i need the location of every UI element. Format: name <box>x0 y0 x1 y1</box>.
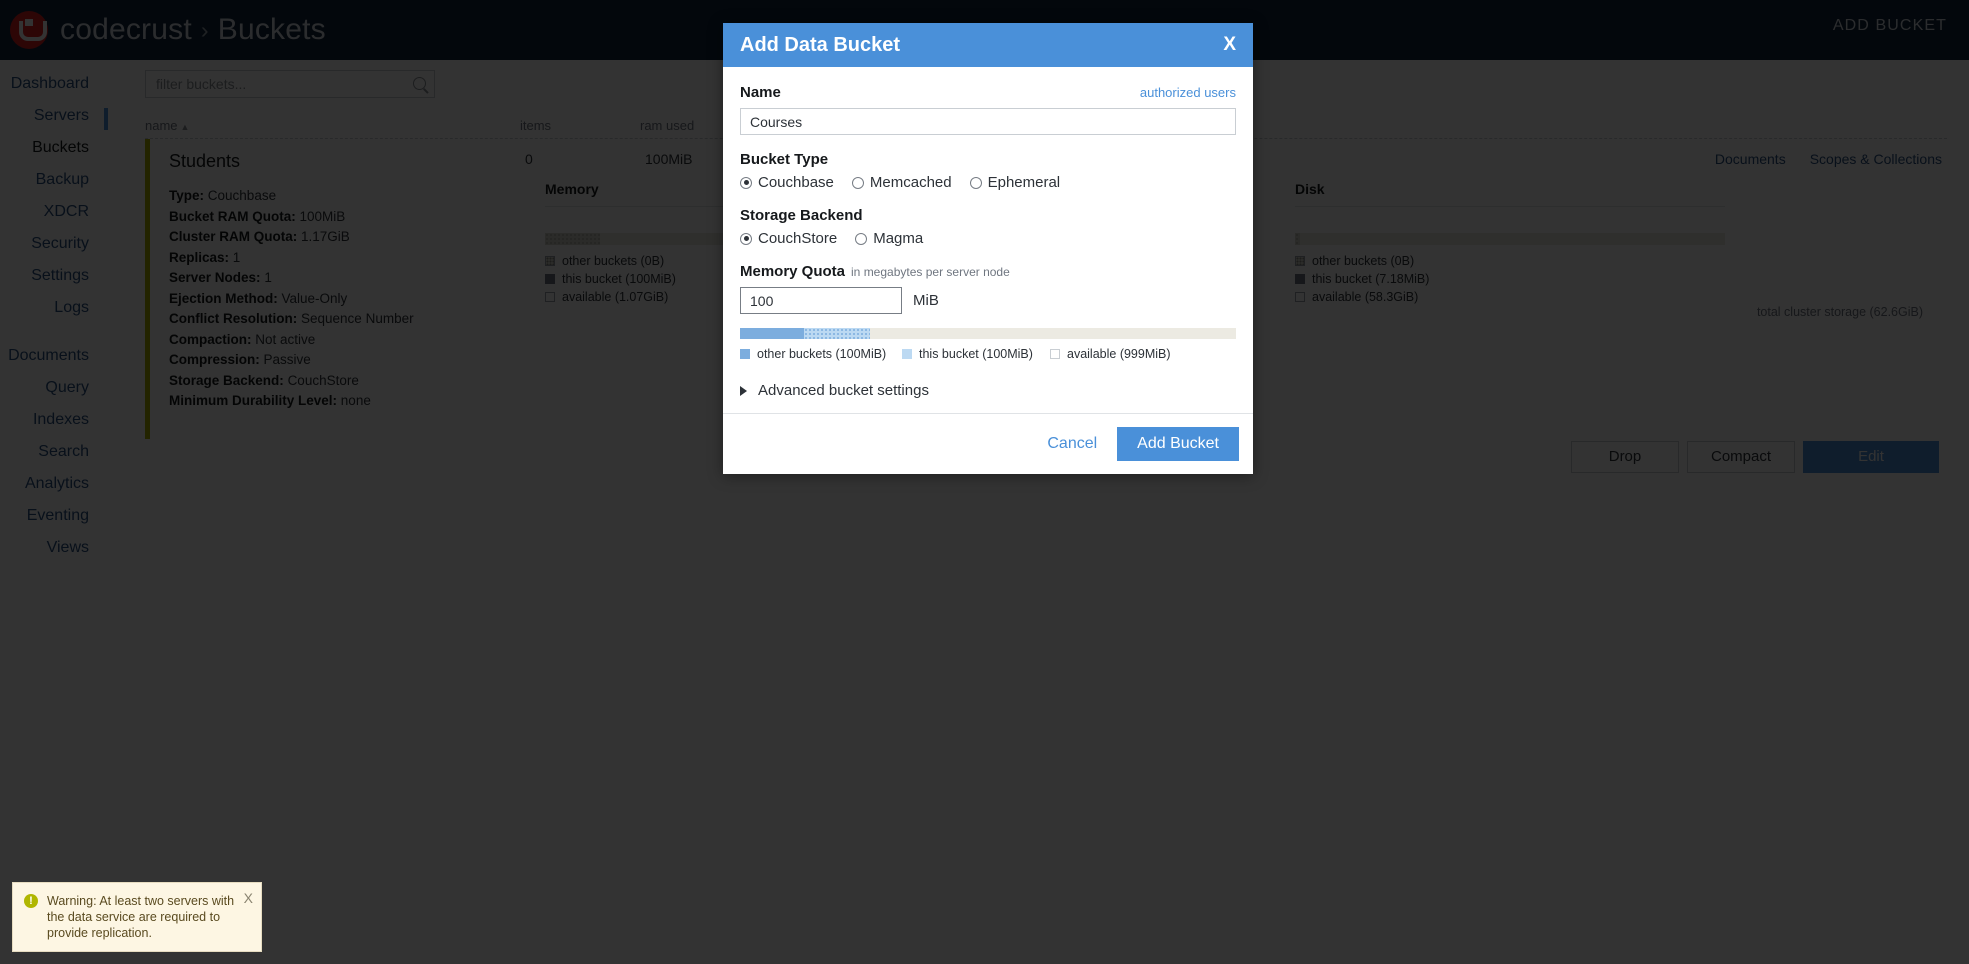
radio-unselected-icon[interactable] <box>969 176 982 189</box>
radio-label: Couchbase <box>758 174 834 191</box>
bucket-type-label: Bucket Type <box>740 151 829 168</box>
legend-label: other buckets (100MiB) <box>757 347 887 361</box>
authorized-users-link[interactable]: authorized users <box>1140 85 1236 100</box>
memory-quota-label: Memory Quota in megabytes per server node <box>740 263 1236 280</box>
memory-quota-row: MiB <box>740 287 1236 314</box>
radio-selected-icon[interactable] <box>740 232 752 245</box>
add-data-bucket-dialog: Add Data Bucket X Name authorized users … <box>723 23 1253 474</box>
add-bucket-submit-button[interactable]: Add Bucket <box>1117 427 1239 461</box>
cancel-button[interactable]: Cancel <box>1047 435 1097 453</box>
legend-item: available (999MiB) <box>1050 347 1171 361</box>
dialog-title: Add Data Bucket <box>740 33 901 56</box>
storage-backend-radio-group: CouchStore Magma <box>740 230 1236 247</box>
advanced-bucket-settings-toggle[interactable]: Advanced bucket settings <box>740 382 1236 399</box>
warning-message: Warning: At least two servers with the d… <box>47 894 235 940</box>
storage-backend-label: Storage Backend <box>740 207 863 224</box>
legend-label: this bucket (100MiB) <box>919 347 1033 361</box>
bucket-name-input[interactable] <box>740 108 1236 135</box>
memory-quota-input[interactable] <box>740 287 902 314</box>
quota-allocation-bar <box>740 328 1236 339</box>
radio-bucket-type-ephemeral[interactable]: Ephemeral <box>969 174 1061 191</box>
dialog-body: Name authorized users Bucket Type Couchb… <box>723 67 1253 413</box>
name-field-header: Name authorized users <box>740 84 1236 101</box>
dialog-header: Add Data Bucket X <box>723 23 1253 67</box>
dialog-footer: Cancel Add Bucket <box>723 413 1253 474</box>
memory-quota-label-text: Memory Quota <box>740 263 846 280</box>
radio-label: Magma <box>873 230 924 247</box>
radio-storage-magma[interactable]: Magma <box>855 230 923 247</box>
legend-swatch-other-buckets-icon <box>740 349 750 359</box>
radio-unselected-icon[interactable] <box>855 232 868 245</box>
warning-toast: ! Warning: At least two servers with the… <box>12 882 262 952</box>
warning-icon: ! <box>24 894 38 908</box>
legend-item: this bucket (100MiB) <box>902 347 1050 361</box>
quota-legend: other buckets (100MiB) this bucket (100M… <box>740 347 1236 361</box>
bucket-type-radio-group: Couchbase Memcached Ephemeral <box>740 174 1236 191</box>
memory-quota-unit: MiB <box>913 292 939 309</box>
close-icon[interactable]: X <box>244 890 253 906</box>
advanced-bucket-settings-label: Advanced bucket settings <box>758 382 929 399</box>
radio-bucket-type-memcached[interactable]: Memcached <box>851 174 952 191</box>
legend-label: available (999MiB) <box>1067 347 1171 361</box>
radio-bucket-type-couchbase[interactable]: Couchbase <box>740 174 834 191</box>
quota-bar-this-bucket <box>804 328 870 339</box>
triangle-right-icon[interactable] <box>740 385 747 396</box>
radio-storage-couchstore[interactable]: CouchStore <box>740 230 837 247</box>
legend-item: other buckets (100MiB) <box>740 347 902 361</box>
radio-label: Memcached <box>869 174 952 191</box>
legend-swatch-available-icon <box>1050 349 1060 359</box>
name-label: Name <box>740 84 781 101</box>
app-root: codecrust › Buckets ADD BUCKET Dashboard… <box>0 0 1969 964</box>
radio-label: Ephemeral <box>987 174 1061 191</box>
legend-swatch-this-bucket-icon <box>902 349 912 359</box>
memory-quota-hint: in megabytes per server node <box>851 265 1010 279</box>
radio-selected-icon[interactable] <box>740 176 752 189</box>
radio-label: CouchStore <box>758 230 838 247</box>
quota-bar-other-buckets <box>740 328 804 339</box>
close-icon[interactable]: X <box>1223 34 1236 56</box>
radio-unselected-icon[interactable] <box>851 176 864 189</box>
